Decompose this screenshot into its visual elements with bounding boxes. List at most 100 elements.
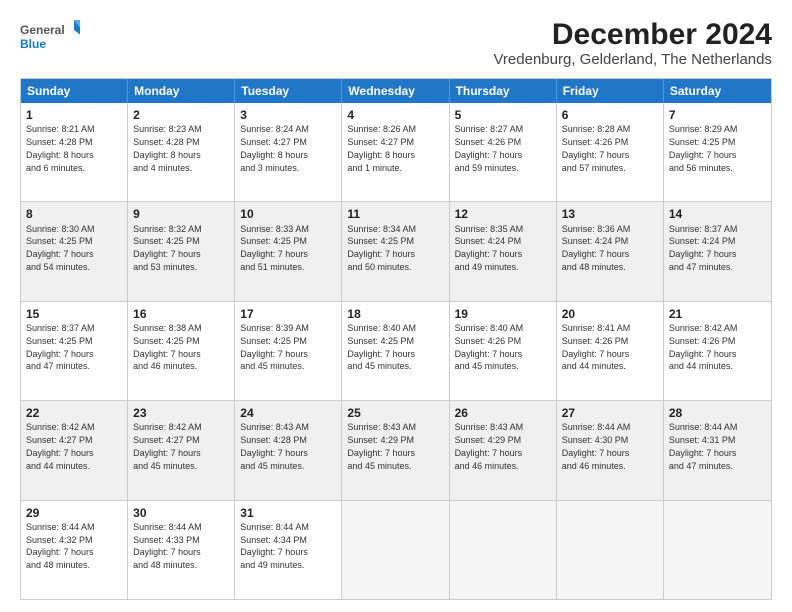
svg-text:General: General xyxy=(20,23,65,37)
day-number: 19 xyxy=(455,306,551,322)
day-number: 29 xyxy=(26,505,122,521)
day-number: 30 xyxy=(133,505,229,521)
cell-info: Sunrise: 8:43 AMSunset: 4:29 PMDaylight:… xyxy=(455,422,524,470)
cell-info: Sunrise: 8:44 AMSunset: 4:33 PMDaylight:… xyxy=(133,522,202,570)
calendar-row-4: 22 Sunrise: 8:42 AMSunset: 4:27 PMDaylig… xyxy=(21,400,771,499)
cell-info: Sunrise: 8:44 AMSunset: 4:31 PMDaylight:… xyxy=(669,422,738,470)
cell-info: Sunrise: 8:40 AMSunset: 4:26 PMDaylight:… xyxy=(455,323,524,371)
day-number: 31 xyxy=(240,505,336,521)
day-number: 12 xyxy=(455,206,551,222)
day-number: 10 xyxy=(240,206,336,222)
calendar-cell: 5 Sunrise: 8:27 AMSunset: 4:26 PMDayligh… xyxy=(450,103,557,201)
calendar-cell: 29 Sunrise: 8:44 AMSunset: 4:32 PMDaylig… xyxy=(21,501,128,599)
cell-info: Sunrise: 8:23 AMSunset: 4:28 PMDaylight:… xyxy=(133,124,202,172)
logo: General Blue xyxy=(20,18,80,54)
cell-info: Sunrise: 8:36 AMSunset: 4:24 PMDaylight:… xyxy=(562,224,631,272)
header-day-friday: Friday xyxy=(557,79,664,103)
cell-info: Sunrise: 8:42 AMSunset: 4:26 PMDaylight:… xyxy=(669,323,738,371)
calendar-cell: 7 Sunrise: 8:29 AMSunset: 4:25 PMDayligh… xyxy=(664,103,771,201)
cell-info: Sunrise: 8:29 AMSunset: 4:25 PMDaylight:… xyxy=(669,124,738,172)
calendar-cell: 6 Sunrise: 8:28 AMSunset: 4:26 PMDayligh… xyxy=(557,103,664,201)
day-number: 22 xyxy=(26,405,122,421)
header-day-monday: Monday xyxy=(128,79,235,103)
calendar-row-3: 15 Sunrise: 8:37 AMSunset: 4:25 PMDaylig… xyxy=(21,301,771,400)
calendar-body: 1 Sunrise: 8:21 AMSunset: 4:28 PMDayligh… xyxy=(21,103,771,599)
cell-info: Sunrise: 8:24 AMSunset: 4:27 PMDaylight:… xyxy=(240,124,309,172)
calendar-cell xyxy=(342,501,449,599)
cell-info: Sunrise: 8:44 AMSunset: 4:34 PMDaylight:… xyxy=(240,522,309,570)
day-number: 18 xyxy=(347,306,443,322)
header-day-sunday: Sunday xyxy=(21,79,128,103)
cell-info: Sunrise: 8:38 AMSunset: 4:25 PMDaylight:… xyxy=(133,323,202,371)
day-number: 13 xyxy=(562,206,658,222)
calendar-cell: 9 Sunrise: 8:32 AMSunset: 4:25 PMDayligh… xyxy=(128,202,235,300)
calendar-cell: 26 Sunrise: 8:43 AMSunset: 4:29 PMDaylig… xyxy=(450,401,557,499)
calendar-cell: 3 Sunrise: 8:24 AMSunset: 4:27 PMDayligh… xyxy=(235,103,342,201)
calendar-cell: 30 Sunrise: 8:44 AMSunset: 4:33 PMDaylig… xyxy=(128,501,235,599)
day-number: 2 xyxy=(133,107,229,123)
day-number: 3 xyxy=(240,107,336,123)
cell-info: Sunrise: 8:21 AMSunset: 4:28 PMDaylight:… xyxy=(26,124,95,172)
day-number: 7 xyxy=(669,107,766,123)
calendar-cell: 16 Sunrise: 8:38 AMSunset: 4:25 PMDaylig… xyxy=(128,302,235,400)
cell-info: Sunrise: 8:37 AMSunset: 4:24 PMDaylight:… xyxy=(669,224,738,272)
calendar-cell: 2 Sunrise: 8:23 AMSunset: 4:28 PMDayligh… xyxy=(128,103,235,201)
calendar-cell: 25 Sunrise: 8:43 AMSunset: 4:29 PMDaylig… xyxy=(342,401,449,499)
day-number: 28 xyxy=(669,405,766,421)
calendar-cell: 28 Sunrise: 8:44 AMSunset: 4:31 PMDaylig… xyxy=(664,401,771,499)
day-number: 14 xyxy=(669,206,766,222)
calendar-cell: 27 Sunrise: 8:44 AMSunset: 4:30 PMDaylig… xyxy=(557,401,664,499)
cell-info: Sunrise: 8:34 AMSunset: 4:25 PMDaylight:… xyxy=(347,224,416,272)
day-number: 9 xyxy=(133,206,229,222)
day-number: 20 xyxy=(562,306,658,322)
cell-info: Sunrise: 8:43 AMSunset: 4:29 PMDaylight:… xyxy=(347,422,416,470)
cell-info: Sunrise: 8:42 AMSunset: 4:27 PMDaylight:… xyxy=(26,422,95,470)
cell-info: Sunrise: 8:32 AMSunset: 4:25 PMDaylight:… xyxy=(133,224,202,272)
day-number: 17 xyxy=(240,306,336,322)
calendar-header: SundayMondayTuesdayWednesdayThursdayFrid… xyxy=(21,79,771,103)
day-number: 8 xyxy=(26,206,122,222)
cell-info: Sunrise: 8:26 AMSunset: 4:27 PMDaylight:… xyxy=(347,124,416,172)
cell-info: Sunrise: 8:27 AMSunset: 4:26 PMDaylight:… xyxy=(455,124,524,172)
calendar-cell: 11 Sunrise: 8:34 AMSunset: 4:25 PMDaylig… xyxy=(342,202,449,300)
header-day-wednesday: Wednesday xyxy=(342,79,449,103)
header-day-tuesday: Tuesday xyxy=(235,79,342,103)
calendar-cell: 14 Sunrise: 8:37 AMSunset: 4:24 PMDaylig… xyxy=(664,202,771,300)
calendar-cell: 19 Sunrise: 8:40 AMSunset: 4:26 PMDaylig… xyxy=(450,302,557,400)
calendar-cell: 8 Sunrise: 8:30 AMSunset: 4:25 PMDayligh… xyxy=(21,202,128,300)
calendar-cell: 18 Sunrise: 8:40 AMSunset: 4:25 PMDaylig… xyxy=(342,302,449,400)
calendar-cell xyxy=(557,501,664,599)
calendar-cell: 20 Sunrise: 8:41 AMSunset: 4:26 PMDaylig… xyxy=(557,302,664,400)
day-number: 25 xyxy=(347,405,443,421)
calendar-cell: 1 Sunrise: 8:21 AMSunset: 4:28 PMDayligh… xyxy=(21,103,128,201)
day-number: 23 xyxy=(133,405,229,421)
title-block: December 2024 Vredenburg, Gelderland, Th… xyxy=(493,18,772,68)
page: General Blue December 2024 Vredenburg, G… xyxy=(0,0,792,612)
day-number: 26 xyxy=(455,405,551,421)
day-number: 15 xyxy=(26,306,122,322)
cell-info: Sunrise: 8:44 AMSunset: 4:32 PMDaylight:… xyxy=(26,522,95,570)
cell-info: Sunrise: 8:30 AMSunset: 4:25 PMDaylight:… xyxy=(26,224,95,272)
day-number: 1 xyxy=(26,107,122,123)
cell-info: Sunrise: 8:33 AMSunset: 4:25 PMDaylight:… xyxy=(240,224,309,272)
cell-info: Sunrise: 8:41 AMSunset: 4:26 PMDaylight:… xyxy=(562,323,631,371)
calendar-cell: 4 Sunrise: 8:26 AMSunset: 4:27 PMDayligh… xyxy=(342,103,449,201)
calendar-cell: 31 Sunrise: 8:44 AMSunset: 4:34 PMDaylig… xyxy=(235,501,342,599)
svg-text:Blue: Blue xyxy=(20,37,46,51)
calendar-cell: 10 Sunrise: 8:33 AMSunset: 4:25 PMDaylig… xyxy=(235,202,342,300)
calendar-cell: 22 Sunrise: 8:42 AMSunset: 4:27 PMDaylig… xyxy=(21,401,128,499)
calendar-cell xyxy=(450,501,557,599)
day-number: 27 xyxy=(562,405,658,421)
calendar-row-5: 29 Sunrise: 8:44 AMSunset: 4:32 PMDaylig… xyxy=(21,500,771,599)
cell-info: Sunrise: 8:35 AMSunset: 4:24 PMDaylight:… xyxy=(455,224,524,272)
calendar-cell: 15 Sunrise: 8:37 AMSunset: 4:25 PMDaylig… xyxy=(21,302,128,400)
cell-info: Sunrise: 8:44 AMSunset: 4:30 PMDaylight:… xyxy=(562,422,631,470)
calendar-row-1: 1 Sunrise: 8:21 AMSunset: 4:28 PMDayligh… xyxy=(21,103,771,201)
main-title: December 2024 xyxy=(493,18,772,51)
calendar: SundayMondayTuesdayWednesdayThursdayFrid… xyxy=(20,78,772,600)
day-number: 6 xyxy=(562,107,658,123)
cell-info: Sunrise: 8:43 AMSunset: 4:28 PMDaylight:… xyxy=(240,422,309,470)
calendar-cell: 17 Sunrise: 8:39 AMSunset: 4:25 PMDaylig… xyxy=(235,302,342,400)
cell-info: Sunrise: 8:28 AMSunset: 4:26 PMDaylight:… xyxy=(562,124,631,172)
calendar-cell: 21 Sunrise: 8:42 AMSunset: 4:26 PMDaylig… xyxy=(664,302,771,400)
